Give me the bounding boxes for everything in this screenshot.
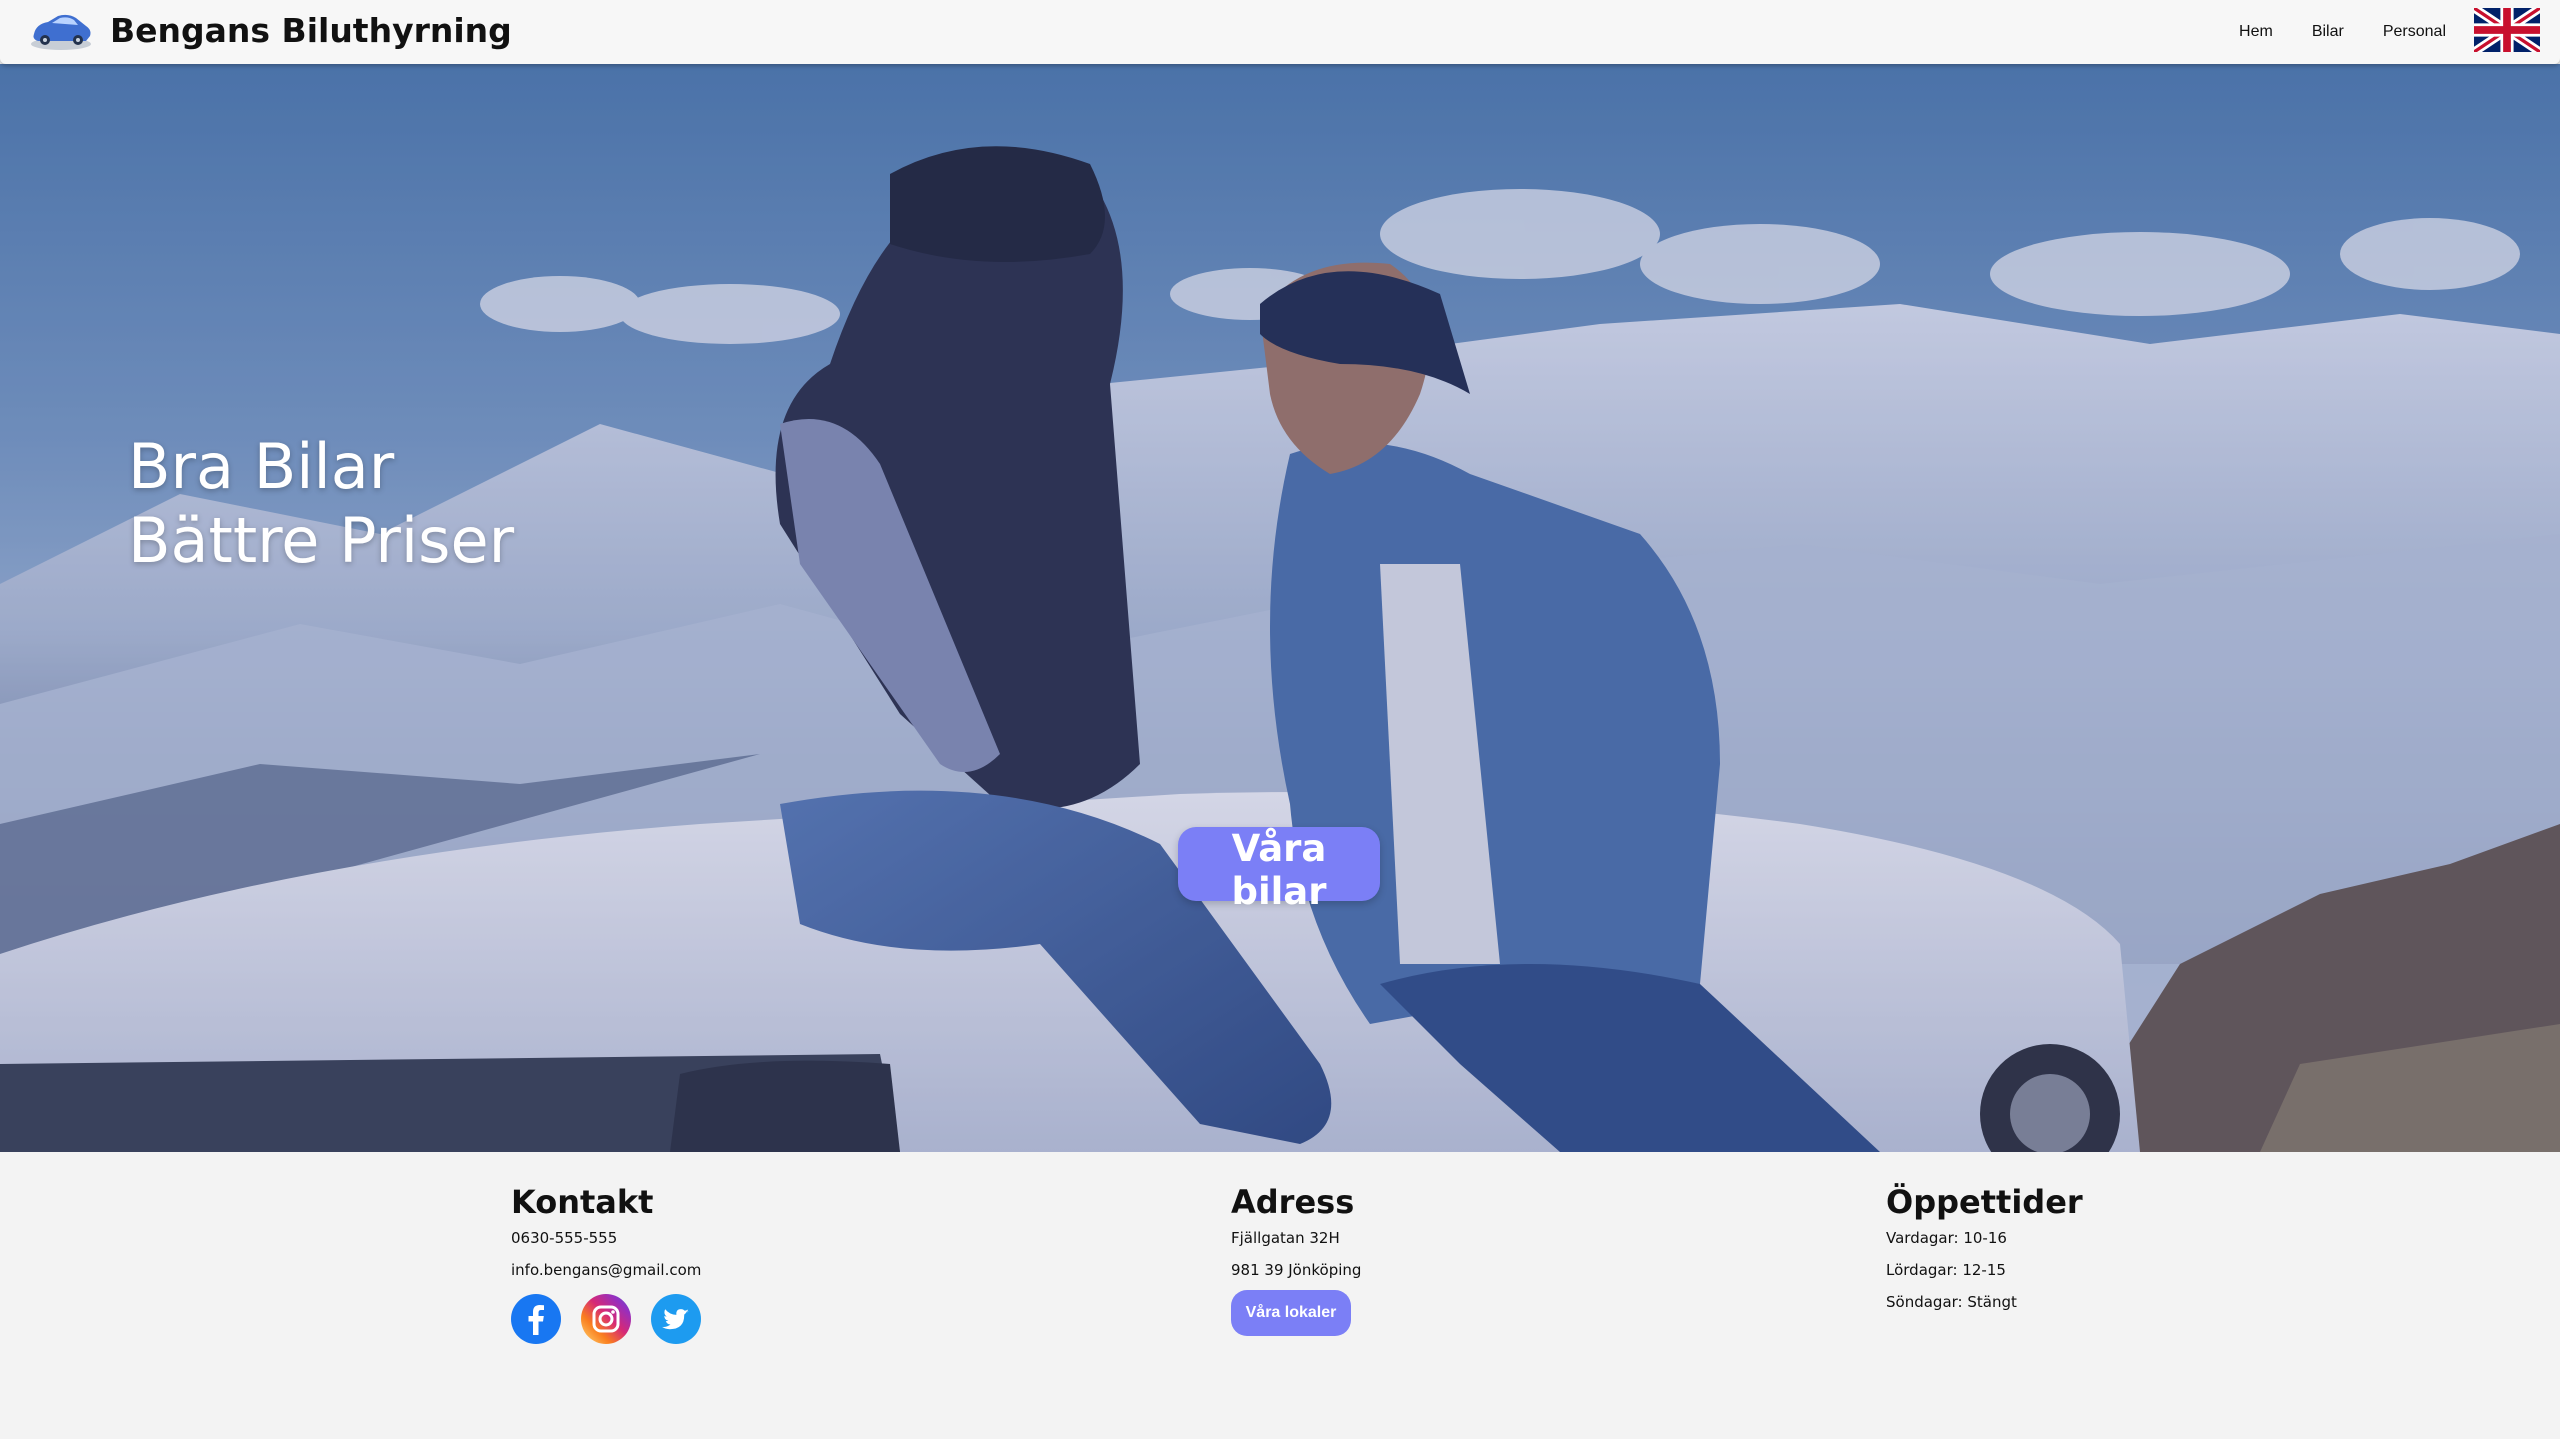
uk-flag-icon[interactable] — [2474, 8, 2540, 52]
footer: Kontakt 0630-555-555 info.bengans@gmail.… — [0, 1152, 2560, 1439]
address-city: 981 39 Jönköping — [1231, 1261, 1362, 1279]
nav-link-hem[interactable]: Hem — [2239, 23, 2273, 41]
nav-links: Hem Bilar Personal — [2200, 0, 2446, 64]
navbar: Bengans Biluthyrning Hem Bilar Personal — [0, 0, 2560, 64]
hero-overlay — [0, 64, 2560, 1152]
contact-heading: Kontakt — [511, 1183, 654, 1221]
brand[interactable]: Bengans Biluthyrning — [28, 8, 512, 52]
instagram-icon[interactable] — [581, 1294, 631, 1344]
social-links — [511, 1294, 721, 1344]
contact-email: info.bengans@gmail.com — [511, 1261, 702, 1279]
hours-sunday: Söndagar: Stängt — [1886, 1293, 2017, 1311]
nav-link-bilar[interactable]: Bilar — [2312, 23, 2344, 41]
hero-title-line2: Bättre Priser — [128, 504, 515, 577]
car-logo-icon — [31, 14, 91, 50]
address-heading: Adress — [1231, 1183, 1355, 1221]
hero-title: Bra Bilar Bättre Priser — [128, 430, 514, 578]
brand-name: Bengans Biluthyrning — [110, 10, 512, 50]
twitter-icon[interactable] — [651, 1294, 701, 1344]
nav-link-personal[interactable]: Personal — [2383, 23, 2446, 41]
hero-title-line1: Bra Bilar — [128, 430, 395, 503]
hours-saturday: Lördagar: 12-15 — [1886, 1261, 2006, 1279]
hero-section: Bra Bilar Bättre Priser Våra bilar — [0, 64, 2560, 1152]
address-section: Adress Fjällgatan 32H 981 39 Jönköping V… — [1231, 1182, 1361, 1336]
vara-bilar-button[interactable]: Våra bilar — [1178, 827, 1380, 913]
contact-phone: 0630-555-555 — [511, 1229, 618, 1247]
hours-weekdays: Vardagar: 10-16 — [1886, 1229, 2007, 1247]
hours-section: Öppettider Vardagar: 10-16 Lördagar: 12-… — [1886, 1182, 2083, 1318]
facebook-icon[interactable] — [511, 1294, 561, 1344]
contact-section: Kontakt 0630-555-555 info.bengans@gmail.… — [511, 1182, 721, 1344]
vara-lokaler-button[interactable]: Våra lokaler — [1231, 1290, 1351, 1336]
address-street: Fjällgatan 32H — [1231, 1229, 1340, 1247]
hours-heading: Öppettider — [1886, 1183, 2083, 1221]
